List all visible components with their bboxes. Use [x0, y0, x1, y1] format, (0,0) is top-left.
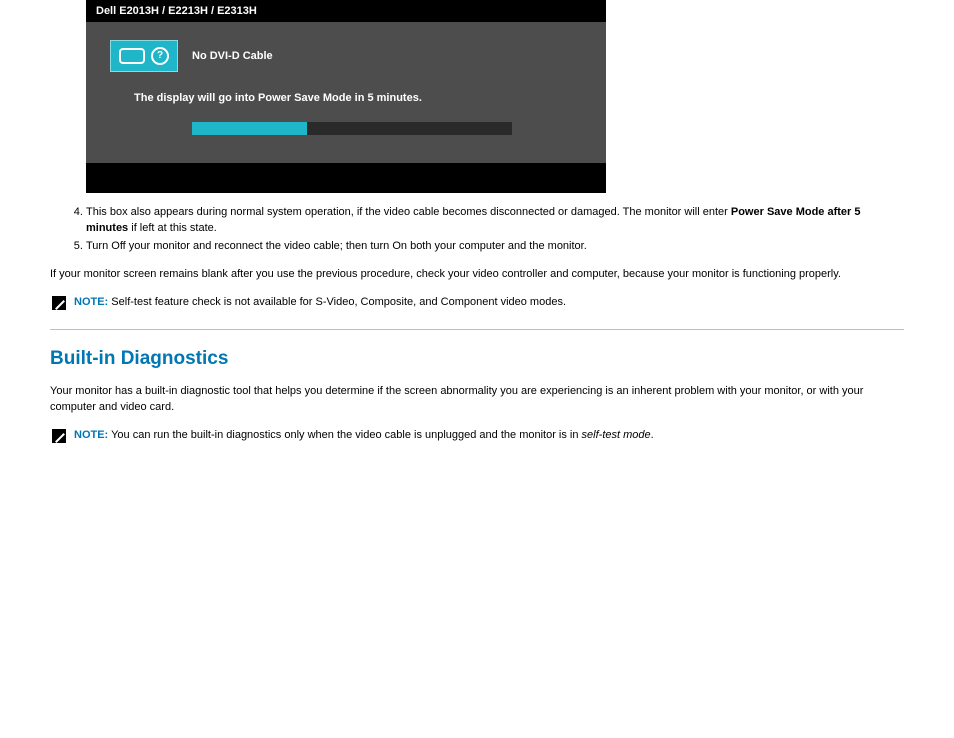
note-text: Self-test feature check is not available…: [108, 296, 566, 308]
instruction-5: Turn Off your monitor and reconnect the …: [86, 240, 587, 252]
diagnostics-paragraph: Your monitor has a built-in diagnostic t…: [50, 384, 904, 416]
list-item: Turn Off your monitor and reconnect the …: [86, 239, 904, 255]
note-text-a: You can run the built-in diagnostics onl…: [108, 429, 581, 441]
note-icon: [52, 296, 66, 310]
note-text-wrap: NOTE: Self-test feature check is not ava…: [74, 295, 566, 311]
note-text-wrap: NOTE: You can run the built-in diagnosti…: [74, 428, 654, 444]
instruction-4c: if left at this state.: [128, 222, 217, 234]
cable-icon: [119, 48, 145, 64]
power-save-text: The display will go into Power Save Mode…: [134, 92, 582, 104]
no-cable-text: No DVI-D Cable: [192, 50, 273, 62]
progress-track: [192, 122, 512, 135]
osd-dialog: Dell E2013H / E2213H / E2313H ? No DVI-D…: [86, 0, 606, 193]
blank-screen-paragraph: If your monitor screen remains blank aft…: [50, 267, 904, 283]
cable-icon-box: ?: [110, 40, 178, 72]
note-label: NOTE:: [74, 429, 108, 441]
note-icon: [52, 429, 66, 443]
note-text-b: .: [651, 429, 654, 441]
dialog-title: Dell E2013H / E2213H / E2313H: [86, 0, 606, 22]
progress-fill: [192, 122, 307, 135]
section-divider: [50, 329, 904, 330]
note-diagnostics: NOTE: You can run the built-in diagnosti…: [52, 428, 904, 444]
note-label: NOTE:: [74, 296, 108, 308]
list-item: This box also appears during normal syst…: [86, 205, 904, 237]
dialog-footer: [86, 163, 606, 193]
dialog-body: ? No DVI-D Cable The display will go int…: [86, 22, 606, 163]
heading-built-in-diagnostics: Built-in Diagnostics: [50, 348, 904, 370]
note-selftest: NOTE: Self-test feature check is not ava…: [52, 295, 904, 311]
note-text-em: self-test mode: [582, 429, 651, 441]
instruction-4a: This box also appears during normal syst…: [86, 206, 731, 218]
help-icon: ?: [151, 47, 169, 65]
instruction-list: This box also appears during normal syst…: [50, 205, 904, 255]
